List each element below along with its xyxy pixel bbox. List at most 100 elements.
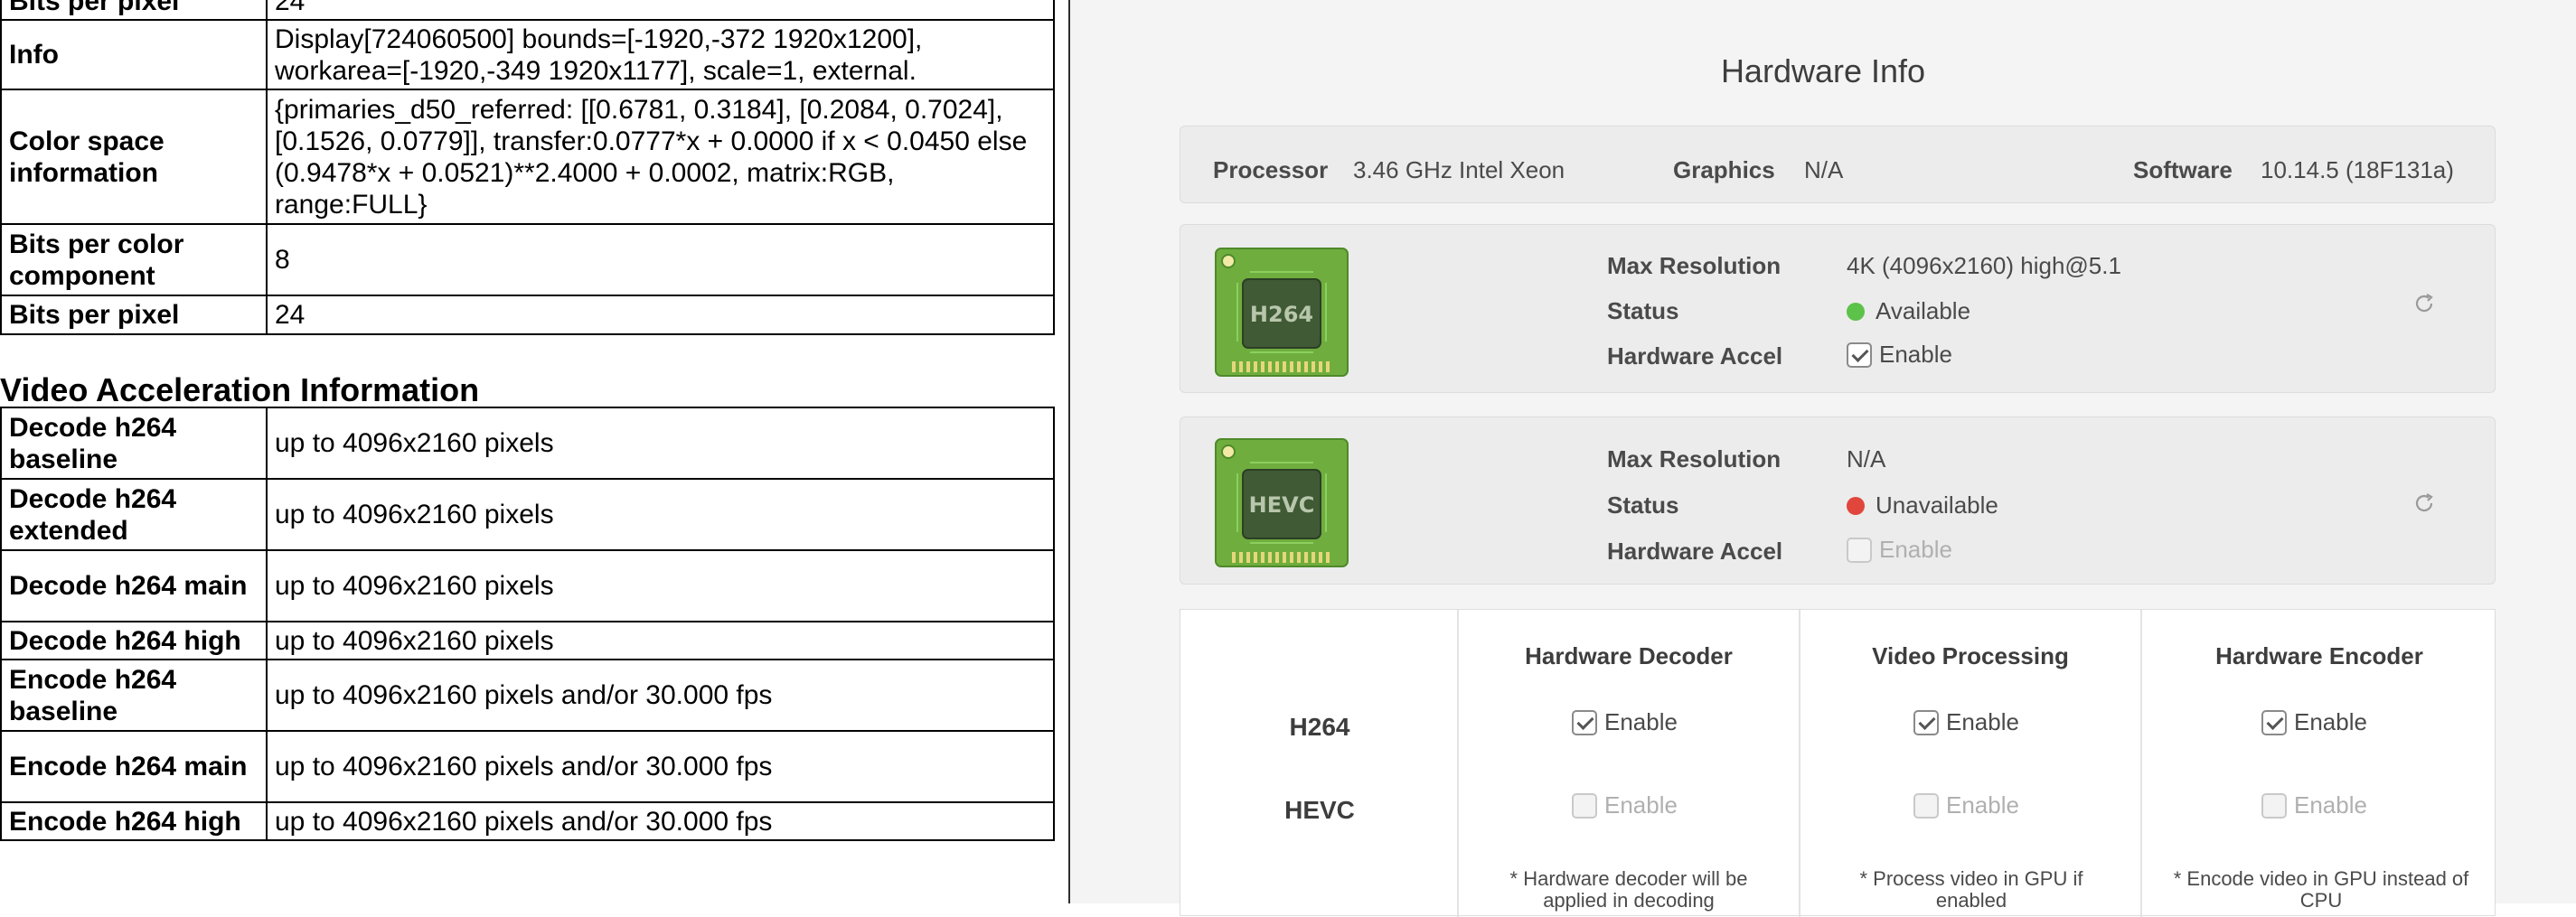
hevc-video-processing-checkbox[interactable]: Enable: [1913, 791, 2019, 819]
row-key: Decode h264 baseline: [0, 407, 268, 480]
row-key: Encode h264 high: [0, 801, 268, 841]
hardware-accel-checkbox[interactable]: Enable: [1847, 536, 1952, 564]
row-label-hevc: HEVC: [1284, 796, 1355, 824]
table-row: Encode h264 high up to 4096x2160 pixels …: [0, 801, 1055, 841]
checkbox-icon[interactable]: [1847, 342, 1872, 368]
status-label: Status: [1607, 491, 1679, 519]
gpu-info-pane: Bits per pixel 24 Info Display[724060500…: [0, 0, 1068, 903]
hevc-hardware-decoder-checkbox[interactable]: Enable: [1572, 791, 1678, 819]
h264-chip-icon: H264: [1215, 248, 1349, 377]
max-resolution-value: 4K (4096x2160) high@5.1: [1847, 252, 2121, 279]
table-row: Bits per pixel 24: [0, 295, 1055, 335]
table-row: Decode h264 main up to 4096x2160 pixels: [0, 549, 1055, 622]
status-label: Status: [1607, 297, 1679, 324]
row-key: Encode h264 baseline: [0, 659, 268, 732]
checkbox-icon[interactable]: [1572, 710, 1597, 735]
chip-label: HEVC: [1249, 492, 1315, 518]
hardware-accel-label: Hardware Accel: [1607, 538, 1783, 565]
checkbox-icon[interactable]: [1847, 538, 1872, 563]
max-resolution-label: Max Resolution: [1607, 252, 1782, 279]
row-key: Bits per pixel: [0, 0, 268, 21]
capability-matrix: Hardware Decoder Video Processing Hardwa…: [1180, 609, 2496, 917]
table-row: Decode h264 high up to 4096x2160 pixels: [0, 621, 1055, 660]
page-title: Hardware Info: [1720, 52, 1926, 89]
max-resolution-value: N/A: [1847, 445, 1886, 473]
status-dot-icon: [1847, 303, 1865, 321]
processor-value: 3.46 GHz Intel Xeon: [1353, 156, 1565, 183]
row-value: up to 4096x2160 pixels and/or 30.000 fps: [266, 730, 1055, 803]
system-info-bar: Processor 3.46 GHz Intel Xeon Graphics N…: [1180, 126, 2496, 203]
section-title: Video Acceleration Information: [0, 371, 480, 408]
h264-hardware-decoder-checkbox[interactable]: Enable: [1572, 708, 1678, 736]
status-text: Available: [1876, 297, 1971, 324]
row-key: Encode h264 main: [0, 730, 268, 803]
hardware-accel-checkbox[interactable]: Enable: [1847, 341, 1952, 369]
checkbox-label: Enable: [1604, 708, 1678, 735]
row-value: 8: [266, 223, 1055, 296]
h264-hardware-encoder-checkbox[interactable]: Enable: [2261, 708, 2367, 736]
checkbox-icon[interactable]: [1913, 710, 1939, 735]
status-value: Available: [1847, 297, 1970, 325]
row-key: Info: [0, 19, 268, 90]
display-info-table: Bits per pixel 24 Info Display[724060500…: [0, 0, 1055, 335]
row-key: Bits per color component: [0, 223, 268, 296]
checkbox-label: Enable: [1604, 791, 1678, 819]
video-acceleration-table: Decode h264 baseline up to 4096x2160 pix…: [0, 407, 1055, 841]
row-label-h264: H264: [1289, 713, 1350, 741]
table-row: Decode h264 baseline up to 4096x2160 pix…: [0, 407, 1055, 480]
column-header-hardware-encoder: Hardware Encoder: [2215, 642, 2423, 669]
checkbox-icon[interactable]: [2261, 710, 2287, 735]
row-value: up to 4096x2160 pixels and/or 30.000 fps: [266, 659, 1055, 732]
codec-card-h264: H264 Max Resolution 4K (4096x2160) high@…: [1180, 224, 2496, 393]
hardware-accel-label: Hardware Accel: [1607, 342, 1783, 370]
table-row: Color space information {primaries_d50_r…: [0, 89, 1055, 225]
checkbox-label: Enable: [1879, 536, 1952, 563]
h264-video-processing-checkbox[interactable]: Enable: [1913, 708, 2019, 736]
checkbox-label: Enable: [1946, 708, 2019, 735]
table-row: Bits per pixel 24: [0, 0, 1055, 21]
checkbox-label: Enable: [1946, 791, 2019, 819]
refresh-icon[interactable]: [2411, 290, 2438, 317]
row-value: up to 4096x2160 pixels: [266, 621, 1055, 660]
max-resolution-label: Max Resolution: [1607, 445, 1782, 473]
column-header-video-processing: Video Processing: [1872, 642, 2069, 669]
graphics-label: Graphics: [1673, 156, 1775, 183]
row-value: 24: [266, 295, 1055, 335]
row-value: Display[724060500] bounds=[-1920,-372 19…: [266, 19, 1055, 90]
row-key: Decode h264 high: [0, 621, 268, 660]
status-dot-icon: [1847, 497, 1865, 515]
video-processing-note: * Process video in GPU if enabled: [1859, 867, 2083, 912]
hevc-chip-icon: HEVC: [1215, 438, 1349, 567]
row-key: Bits per pixel: [0, 295, 268, 335]
checkbox-icon[interactable]: [1572, 793, 1597, 819]
refresh-icon[interactable]: [2411, 490, 2438, 517]
graphics-value: N/A: [1804, 156, 1844, 183]
checkbox-label: Enable: [1879, 341, 1952, 368]
table-row: Info Display[724060500] bounds=[-1920,-3…: [0, 19, 1055, 90]
table-row: Bits per color component 8: [0, 223, 1055, 296]
row-key: Color space information: [0, 89, 268, 225]
hardware-decoder-note: * Hardware decoder will be applied in de…: [1509, 867, 1748, 912]
checkbox-icon[interactable]: [1913, 793, 1939, 819]
row-value: up to 4096x2160 pixels: [266, 549, 1055, 622]
hevc-hardware-encoder-checkbox[interactable]: Enable: [2261, 791, 2367, 819]
status-text: Unavailable: [1876, 491, 1998, 519]
row-value: up to 4096x2160 pixels: [266, 407, 1055, 480]
row-key: Decode h264 main: [0, 549, 268, 622]
status-value: Unavailable: [1847, 491, 1998, 519]
codec-card-hevc: HEVC Max Resolution N/A Status Unavailab…: [1180, 416, 2496, 585]
software-value: 10.14.5 (18F131a): [2261, 156, 2454, 183]
hardware-info-pane: Hardware Info Processor 3.46 GHz Intel X…: [1070, 0, 2576, 917]
software-label: Software: [2133, 156, 2233, 183]
table-row: Encode h264 main up to 4096x2160 pixels …: [0, 730, 1055, 803]
checkbox-icon[interactable]: [2261, 793, 2287, 819]
column-header-hardware-decoder: Hardware Decoder: [1525, 642, 1733, 669]
checkbox-label: Enable: [2294, 791, 2367, 819]
checkbox-label: Enable: [2294, 708, 2367, 735]
hardware-encoder-note: * Encode video in GPU instead of CPU: [2173, 867, 2469, 912]
chip-label: H264: [1250, 302, 1313, 327]
row-value: up to 4096x2160 pixels: [266, 478, 1055, 551]
row-value: up to 4096x2160 pixels and/or 30.000 fps: [266, 801, 1055, 841]
row-value: {primaries_d50_referred: [[0.6781, 0.318…: [266, 89, 1055, 225]
table-row: Decode h264 extended up to 4096x2160 pix…: [0, 478, 1055, 551]
